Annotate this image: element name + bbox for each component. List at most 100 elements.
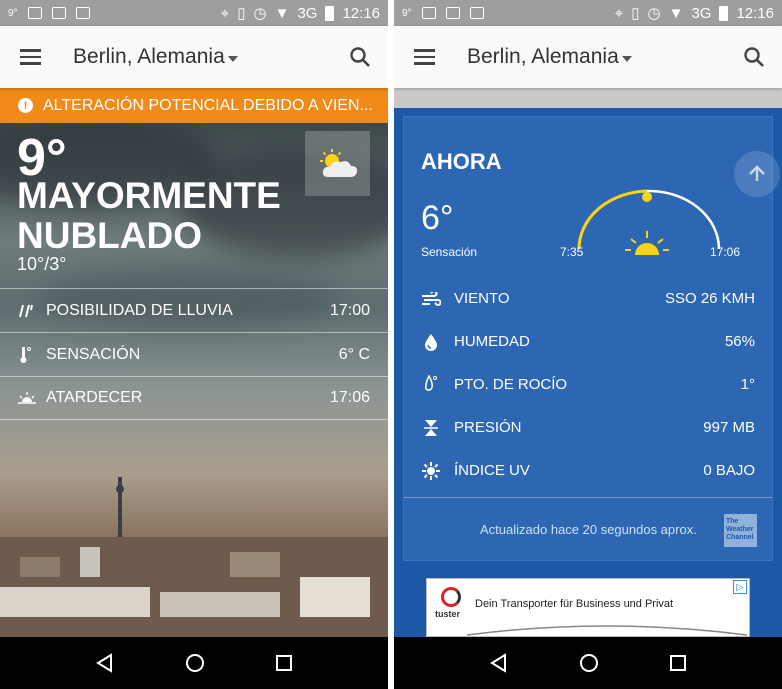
- location-icon: ⌖: [614, 4, 624, 22]
- advertiser-logo-icon: [441, 587, 461, 607]
- status-bar: 9° ⌖ ▯ ◷ ▼ 3G 12:16: [0, 0, 388, 26]
- chevron-down-icon: [621, 55, 632, 62]
- ad-info-icon[interactable]: ▷: [733, 580, 747, 594]
- network-type: 3G: [691, 4, 712, 22]
- current-conditions-card: AHORA 6° Sensación 7:35 17:06 VIENTO SSO…: [403, 116, 773, 561]
- search-icon[interactable]: [726, 26, 782, 88]
- phone-screen-right: 9° ⌖ ▯ ◷ ▼ 3G 12:16 Berlin, Alemania AHO…: [394, 0, 782, 689]
- rain-icon: [18, 303, 38, 319]
- image-icon: [51, 7, 66, 19]
- feels-like-label: Sensación: [421, 245, 478, 259]
- row-value: 17:00: [329, 301, 370, 319]
- app-bar: Berlin, Alemania: [0, 26, 388, 88]
- alert-icon: !: [18, 98, 33, 113]
- sunset-time: 17:06: [710, 245, 741, 259]
- home-icon[interactable]: [185, 653, 205, 673]
- location-icon: ⌖: [220, 4, 230, 22]
- location-selector[interactable]: Berlin, Alemania: [467, 45, 632, 69]
- back-icon[interactable]: [489, 653, 509, 673]
- clock: 12:16: [342, 4, 380, 22]
- list-item[interactable]: ATARDECER 17:06: [0, 376, 388, 420]
- navigation-bar: [0, 637, 388, 689]
- forecast-details-list: POSIBILIDAD DE LLUVIA 17:00 SENSACIÓN 6°…: [0, 288, 388, 420]
- list-item[interactable]: SENSACIÓN 6° C: [0, 332, 388, 376]
- card-heading: AHORA: [421, 149, 502, 174]
- gallery-icon: [27, 7, 42, 19]
- recents-icon[interactable]: [669, 654, 687, 672]
- search-icon[interactable]: [332, 26, 388, 88]
- thermometer-icon: [18, 346, 38, 364]
- scroll-up-button[interactable]: [734, 151, 780, 197]
- recents-icon[interactable]: [275, 654, 293, 672]
- app-bar: Berlin, Alemania: [394, 26, 782, 88]
- temp-notification: 9°: [402, 7, 412, 19]
- uv-icon: [421, 461, 441, 480]
- partly-cloudy-icon: [305, 131, 370, 196]
- humidity-icon: [421, 333, 441, 351]
- list-item: VIENTO SSO 26 KMH: [404, 277, 772, 320]
- row-value: 0 BAJO: [703, 462, 755, 479]
- alarm-icon: ◷: [253, 5, 267, 22]
- row-label: SENSACIÓN: [46, 345, 141, 363]
- briefcase-icon: [469, 7, 484, 19]
- network-type: 3G: [297, 4, 318, 22]
- gallery-icon: [421, 7, 436, 19]
- divider: [404, 497, 772, 498]
- ad-text: Dein Transporter für Business und Privat: [475, 598, 674, 610]
- row-label: VIENTO: [454, 290, 510, 307]
- navigation-bar: [394, 637, 782, 689]
- row-value: 17:06: [329, 389, 370, 406]
- weather-channel-logo[interactable]: The Weather Channel: [724, 514, 757, 547]
- high-low-temperature: 10°/3°: [17, 254, 67, 274]
- briefcase-icon: [75, 7, 90, 19]
- wind-icon: [421, 291, 441, 306]
- sunset-icon: [18, 392, 38, 404]
- row-label: POSIBILIDAD DE LLUVIA: [46, 301, 233, 319]
- row-label: PTO. DE ROCÍO: [454, 376, 568, 393]
- row-label: ATARDECER: [46, 389, 143, 406]
- row-value: 56%: [724, 333, 755, 350]
- divider: [394, 88, 782, 108]
- conditions-list: VIENTO SSO 26 KMH HUMEDAD 56% PTO. DE RO…: [404, 277, 772, 492]
- location-title: Berlin, Alemania: [73, 45, 225, 68]
- list-item: PTO. DE ROCÍO 1°: [404, 363, 772, 406]
- list-item: PRESIÓN 997 MB: [404, 406, 772, 449]
- row-label: ÍNDICE UV: [454, 462, 530, 479]
- weather-alert-banner[interactable]: ! ALTERACIÓN POTENCIAL DEBIDO A VIEN...: [0, 88, 388, 123]
- clock: 12:16: [736, 4, 774, 22]
- list-item: ÍNDICE UV 0 BAJO: [404, 449, 772, 492]
- image-icon: [445, 7, 460, 19]
- row-label: PRESIÓN: [454, 419, 522, 436]
- condition-text: MAYORMENTE NUBLADO: [17, 175, 281, 256]
- advertiser-brand: tuster: [435, 609, 461, 619]
- sun-icon: [625, 231, 669, 255]
- location-selector[interactable]: Berlin, Alemania: [73, 45, 238, 69]
- phone-screen-left: 9° ⌖ ▯ ◷ ▼ 3G 12:16 Berlin, Alemania ! A…: [0, 0, 388, 689]
- chevron-down-icon: [227, 55, 238, 62]
- alarm-icon: ◷: [647, 5, 661, 22]
- row-value: SSO 26 KMH: [664, 290, 755, 307]
- sunrise-time: 7:35: [560, 245, 584, 259]
- row-value: 1°: [740, 376, 755, 393]
- home-icon[interactable]: [579, 653, 599, 673]
- row-value: 6° C: [338, 345, 370, 363]
- alert-text: ALTERACIÓN POTENCIAL DEBIDO A VIEN...: [43, 96, 373, 114]
- menu-icon[interactable]: [394, 26, 454, 88]
- wifi-icon: ▼: [668, 4, 684, 22]
- updated-timestamp: Actualizado hace 20 segundos aprox.: [480, 522, 697, 537]
- pressure-icon: [421, 419, 441, 437]
- list-item[interactable]: POSIBILIDAD DE LLUVIA 17:00: [0, 288, 388, 332]
- advertisement-banner[interactable]: tuster Dein Transporter für Business und…: [426, 578, 750, 637]
- menu-icon[interactable]: [0, 26, 60, 88]
- wifi-icon: ▼: [274, 4, 290, 22]
- row-value: 997 MB: [703, 419, 755, 436]
- feels-like-temperature: 6°: [421, 199, 454, 237]
- vibrate-icon: ▯: [237, 5, 246, 22]
- row-label: HUMEDAD: [454, 333, 530, 350]
- status-bar: 9° ⌖ ▯ ◷ ▼ 3G 12:16: [394, 0, 782, 26]
- vibrate-icon: ▯: [631, 5, 640, 22]
- list-item: HUMEDAD 56%: [404, 320, 772, 363]
- back-icon[interactable]: [95, 653, 115, 673]
- location-title: Berlin, Alemania: [467, 45, 619, 68]
- dewpoint-icon: [421, 374, 441, 395]
